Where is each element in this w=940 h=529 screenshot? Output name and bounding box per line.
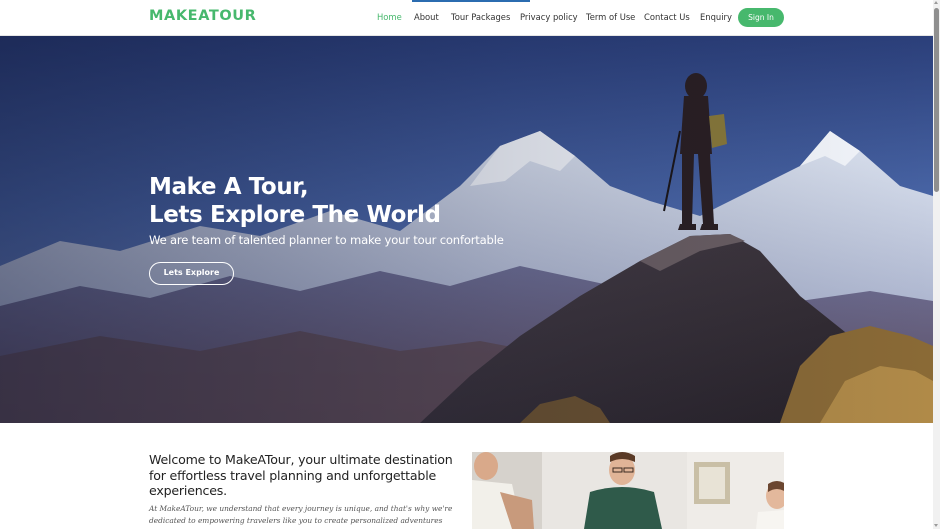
nav-privacy-policy[interactable]: Privacy policy <box>520 12 578 22</box>
header-accent-bar <box>412 0 530 2</box>
page-scrollbar[interactable] <box>933 0 940 529</box>
team-photo-image <box>472 452 784 529</box>
nav-term-of-use[interactable]: Term of Use <box>586 12 635 22</box>
team-photo <box>472 452 784 529</box>
nav-tour-packages[interactable]: Tour Packages <box>451 12 510 22</box>
logo[interactable]: MAKEATOUR <box>149 8 256 24</box>
nav-contact-us[interactable]: Contact Us <box>644 12 690 22</box>
welcome-heading: Welcome to MakeATour, your ultimate dest… <box>149 452 453 499</box>
site-header: MAKEATOUR Home About Tour Packages Priva… <box>0 0 933 36</box>
scroll-down-icon[interactable] <box>934 524 938 527</box>
hero-background-image <box>0 36 933 423</box>
welcome-paragraph: At MakeATour, we understand that every j… <box>149 504 453 529</box>
hero-title: Make A Tour, Lets Explore The World <box>149 173 441 229</box>
hero-banner: Make A Tour, Lets Explore The World We a… <box>0 36 933 423</box>
sign-in-button[interactable]: Sign In <box>738 8 784 27</box>
hero-title-line-2: Lets Explore The World <box>149 202 441 228</box>
scroll-up-icon[interactable] <box>934 1 938 4</box>
nav-about[interactable]: About <box>414 12 439 22</box>
hero-title-line-1: Make A Tour, <box>149 174 309 200</box>
lets-explore-button[interactable]: Lets Explore <box>149 262 234 285</box>
scrollbar-thumb[interactable] <box>934 8 939 192</box>
nav-enquiry[interactable]: Enquiry <box>700 12 732 22</box>
nav-home[interactable]: Home <box>377 12 402 22</box>
hero-subtitle: We are team of talented planner to make … <box>149 233 504 247</box>
